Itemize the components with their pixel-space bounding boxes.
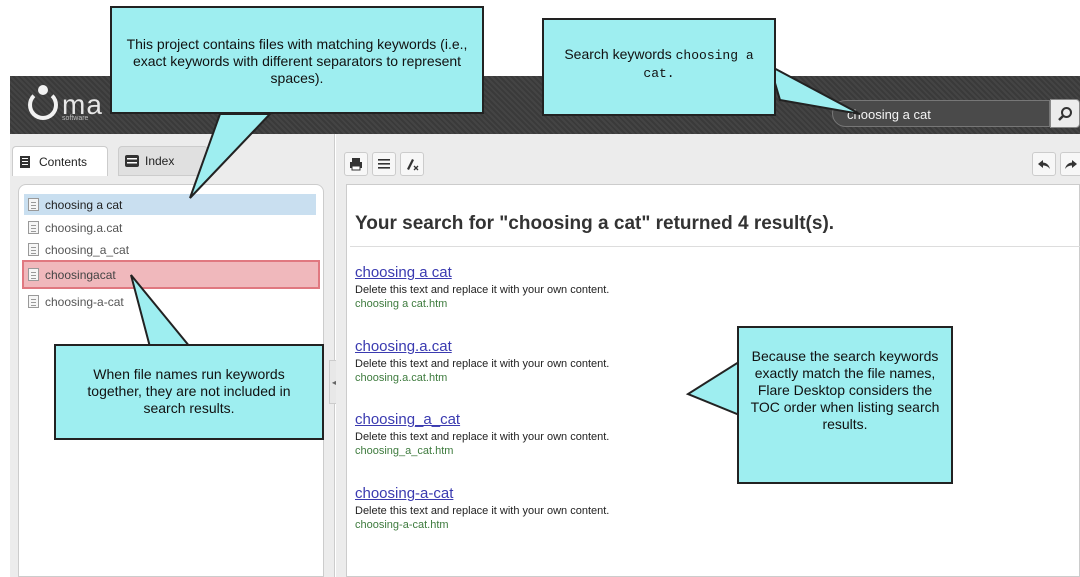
callout-toc-order: Because the search keywords exactly matc…: [737, 326, 953, 484]
search-result-description: Delete this text and replace it with you…: [355, 358, 610, 370]
document-icon: [28, 198, 39, 211]
document-icon: [28, 268, 39, 281]
toc-item-label: choosing a cat: [45, 197, 123, 212]
search-result-link[interactable]: choosing-a-cat: [355, 485, 609, 502]
back-button[interactable]: [1032, 152, 1056, 176]
callout-project-keywords: This project contains files with matchin…: [110, 6, 484, 114]
logo-icon: [28, 85, 58, 120]
search-result-filename: choosing a cat.htm: [355, 298, 448, 310]
toc-toggle-button[interactable]: [372, 152, 396, 176]
search-icon: [1058, 106, 1072, 121]
search-result: choosing.a.cat Delete this text and repl…: [355, 338, 609, 384]
index-icon: [125, 155, 139, 167]
callout-pointer: [685, 358, 743, 418]
document-icon: [28, 221, 39, 234]
search-result-filename: choosing_a_cat.htm: [355, 445, 454, 457]
search-result-filename: choosing.a.cat.htm: [355, 372, 448, 384]
toc-item-label: choosing-a-cat: [45, 294, 124, 309]
search-result-filename: choosing-a-cat.htm: [355, 519, 449, 531]
clear-highlight-icon: [407, 159, 419, 171]
callout-filenames: When file names run keywords together, t…: [54, 344, 324, 440]
print-icon: [350, 158, 362, 171]
search-result: choosing_a_cat Delete this text and repl…: [355, 411, 609, 457]
back-arrow-icon: [1038, 160, 1050, 169]
search-result-description: Delete this text and replace it with you…: [355, 505, 610, 517]
forward-button[interactable]: [1060, 152, 1080, 176]
contents-icon: [20, 155, 30, 168]
toc-item-label: choosingacat: [45, 267, 116, 282]
search-results-heading: Your search for "choosing a cat" returne…: [355, 213, 835, 234]
callout-pointer: [130, 274, 193, 348]
search-result-link[interactable]: choosing a cat: [355, 264, 609, 281]
clear-highlight-button[interactable]: [400, 152, 424, 176]
search-result: choosing-a-cat Delete this text and repl…: [355, 485, 609, 531]
callout-search-keywords: Search keywords choosing a cat.: [542, 18, 776, 116]
callout-search-keywords-text: Search keywords: [564, 46, 676, 62]
print-button[interactable]: [344, 152, 368, 176]
search-result-description: Delete this text and replace it with you…: [355, 431, 610, 443]
search-button[interactable]: [1050, 99, 1080, 128]
toc-item-label: choosing.a.cat: [45, 220, 123, 235]
search-result-link[interactable]: choosing_a_cat: [355, 411, 609, 428]
tab-contents[interactable]: Contents: [12, 146, 108, 176]
toc-item-label: choosing_a_cat: [45, 242, 130, 257]
divider: [350, 246, 1080, 247]
callout-pointer: [189, 113, 273, 199]
search-result-description: Delete this text and replace it with you…: [355, 284, 610, 296]
document-icon: [28, 243, 39, 256]
document-icon: [28, 295, 39, 308]
tab-index-label: Index: [145, 154, 175, 168]
list-icon: [378, 159, 390, 169]
logo-subtitle: software: [62, 115, 89, 122]
toc-item[interactable]: choosing.a.cat: [24, 217, 316, 238]
search-result: choosing a cat Delete this text and repl…: [355, 264, 609, 310]
callout-pointer: [768, 63, 861, 115]
toc-item[interactable]: choosing_a_cat: [24, 239, 316, 260]
forward-arrow-icon: [1064, 160, 1077, 169]
tab-contents-label: Contents: [39, 154, 88, 169]
search-result-link[interactable]: choosing.a.cat: [355, 338, 609, 355]
